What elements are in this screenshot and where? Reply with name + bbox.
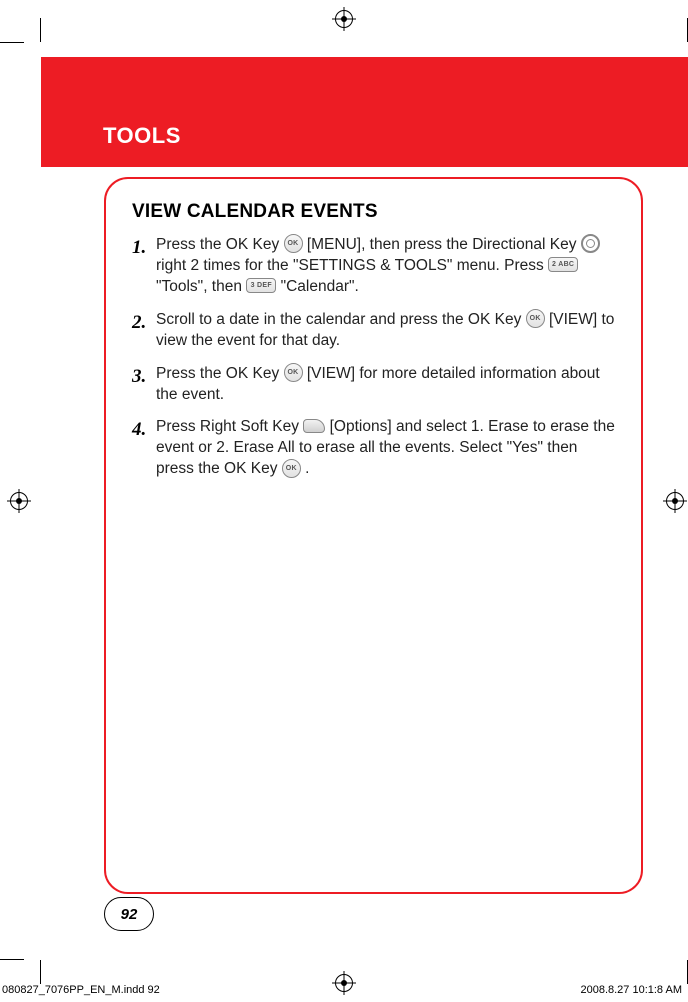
step-text: Scroll to a date in the calendar and pre… [156,311,526,328]
step-number: 2. [132,310,156,352]
step-text: "Calendar". [281,278,359,295]
ok-key-icon: OK [526,309,545,328]
crop-mark [0,42,24,43]
registration-mark-icon [335,10,353,28]
page-frame: TOOLS VIEW CALENDAR EVENTS 1. Press the … [41,43,688,959]
step-4: 4. Press Right Soft Key [Options] and se… [132,417,615,480]
content-box: VIEW CALENDAR EVENTS 1. Press the OK Key… [104,177,643,894]
number-2-key-icon: 2 ABC [548,257,578,272]
step-2: 2. Scroll to a date in the calendar and … [132,310,615,352]
step-number: 1. [132,235,156,298]
step-list: 1. Press the OK Key OK [MENU], then pres… [132,235,615,480]
right-soft-key-icon [303,419,325,433]
registration-mark-icon [10,492,28,510]
crop-mark [0,959,24,960]
number-3-key-icon: 3 DEF [246,278,276,293]
step-number: 3. [132,364,156,406]
page-title: TOOLS [103,123,181,149]
footer-filename: 080827_7076PP_EN_M.indd 92 [2,984,160,996]
step-text: [MENU], then press the Directional Key [307,236,581,253]
step-text: "Tools", then [156,278,246,295]
step-text: Press the OK Key [156,365,284,382]
footer-timestamp: 2008.8.27 10:1:8 AM [580,984,682,996]
step-text: . [305,460,309,477]
page-number-badge: 92 [104,897,154,931]
header-band: TOOLS [41,57,688,167]
crop-mark [40,18,41,42]
step-3: 3. Press the OK Key OK [VIEW] for more d… [132,364,615,406]
step-number: 4. [132,417,156,480]
step-text: Press Right Soft Key [156,418,303,435]
ok-key-icon: OK [284,363,303,382]
step-text: Press the OK Key [156,236,284,253]
directional-key-icon [581,234,600,253]
step-text: right 2 times for the "SETTINGS & TOOLS"… [156,257,548,274]
ok-key-icon: OK [284,234,303,253]
ok-key-icon: OK [282,459,301,478]
step-1: 1. Press the OK Key OK [MENU], then pres… [132,235,615,298]
indesign-footer: 080827_7076PP_EN_M.indd 92 2008.8.27 10:… [0,980,688,1002]
section-title: VIEW CALENDAR EVENTS [132,201,615,223]
